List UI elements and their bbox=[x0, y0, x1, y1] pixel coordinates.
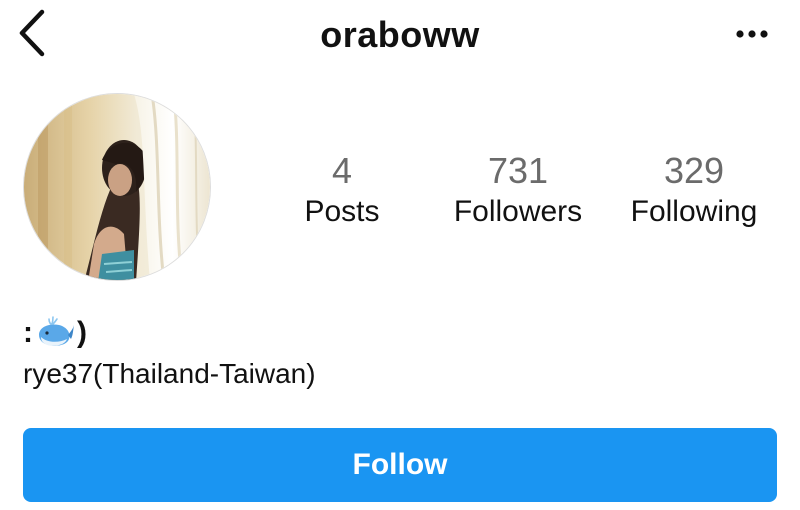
followers-count: 731 bbox=[487, 150, 549, 191]
posts-count: 4 bbox=[331, 150, 353, 191]
more-horizontal-icon bbox=[736, 30, 768, 38]
follow-button[interactable]: Follow bbox=[23, 428, 777, 502]
whale-icon bbox=[35, 315, 75, 351]
profile-username: oraboww bbox=[320, 14, 480, 55]
profile-bio: : ) rye37(Thailand-Taiwan) bbox=[23, 312, 316, 394]
followers-label: Followers bbox=[453, 195, 583, 228]
profile-header: oraboww bbox=[0, 0, 800, 70]
avatar[interactable] bbox=[23, 93, 211, 281]
more-options-button[interactable] bbox=[734, 22, 774, 46]
bio-line-2: rye37(Thailand-Taiwan) bbox=[23, 358, 316, 389]
stat-followers[interactable]: 731 Followers bbox=[433, 150, 603, 232]
profile-photo bbox=[24, 94, 210, 280]
following-count: 329 bbox=[663, 150, 725, 191]
bio-prefix: : bbox=[23, 316, 33, 349]
stat-following[interactable]: 329 Following bbox=[609, 150, 779, 232]
posts-label: Posts bbox=[304, 195, 380, 228]
following-label: Following bbox=[630, 195, 758, 228]
stat-posts[interactable]: 4 Posts bbox=[257, 150, 427, 232]
bio-line-1: : ) bbox=[23, 312, 316, 354]
bio-suffix: ) bbox=[77, 316, 87, 349]
